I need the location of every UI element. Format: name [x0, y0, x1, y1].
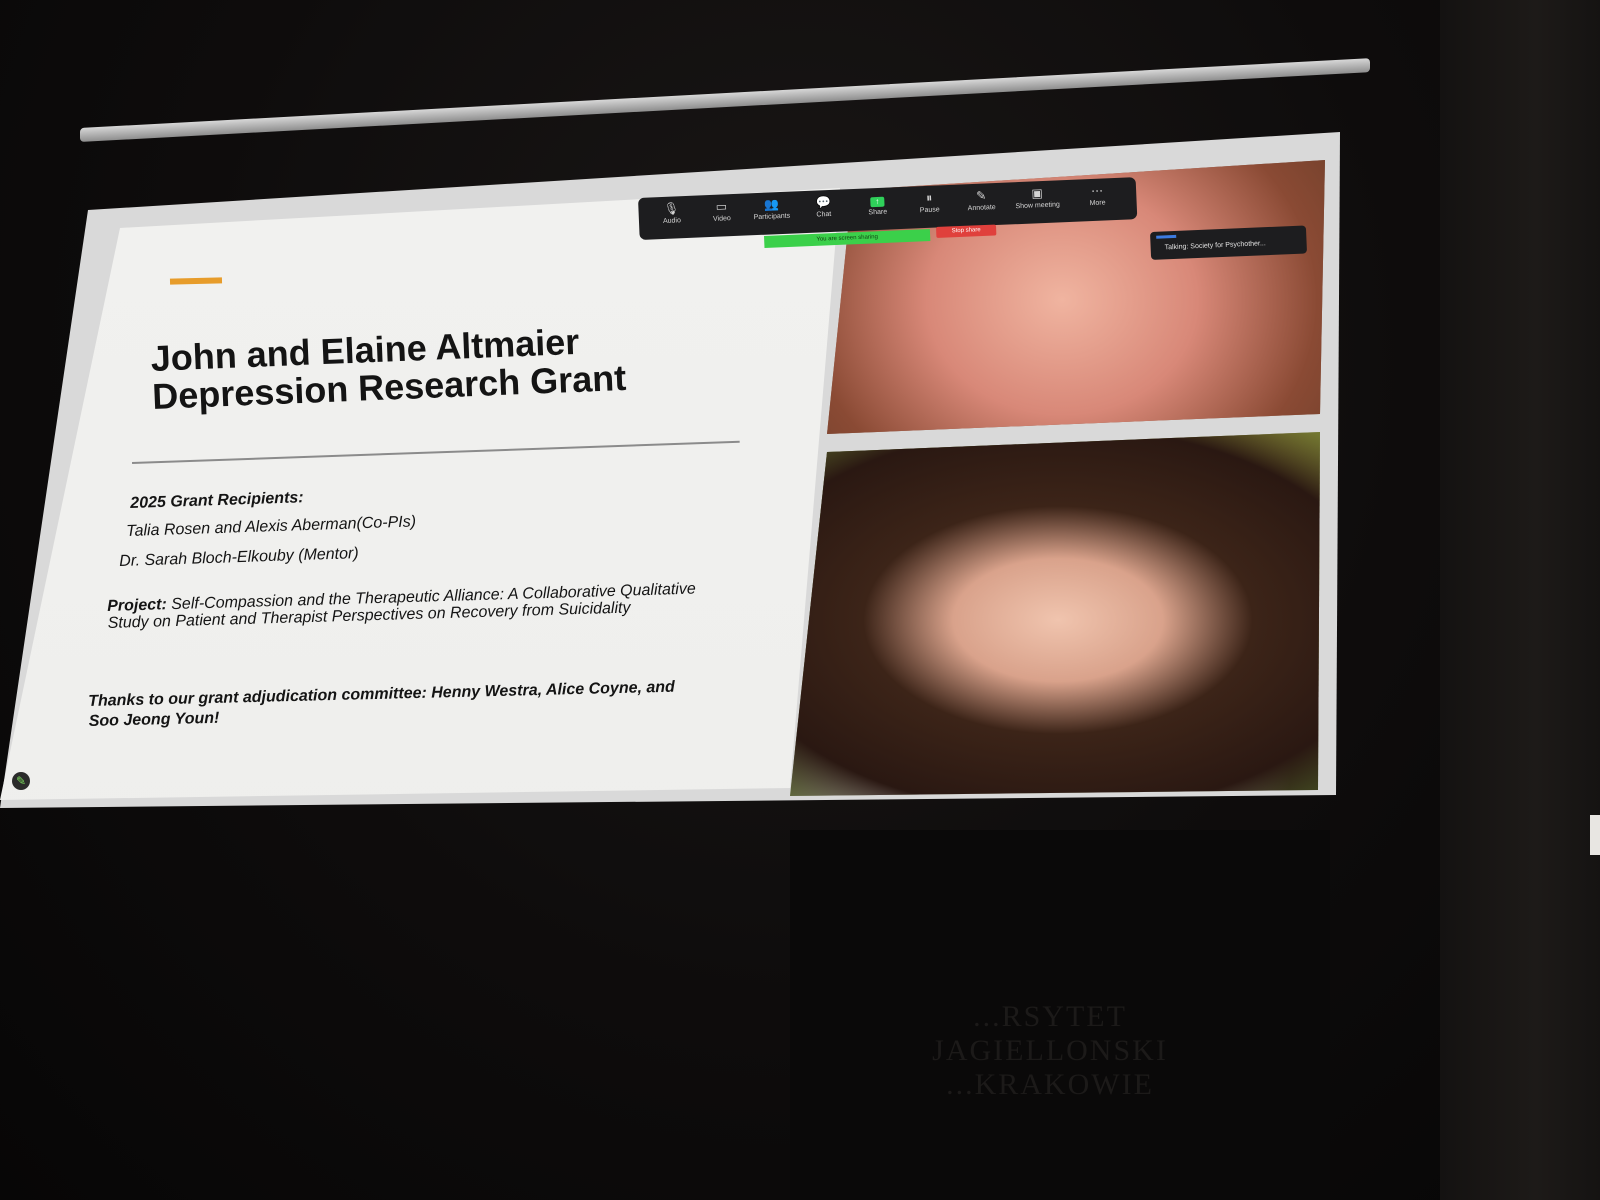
talking-text: Talking: Society for Psychother...: [1164, 240, 1266, 252]
toolbar-label: Chat: [816, 210, 832, 219]
toolbar-button-pause[interactable]: ⏸ Pause: [904, 189, 955, 217]
toolbar-button-participants[interactable]: 👥 Participants: [746, 195, 797, 223]
toolbar-label: Audio: [662, 217, 682, 225]
toolbar-button-share[interactable]: ↑ Share: [852, 191, 903, 219]
toolbar-button-audio[interactable]: 🎙 Audio: [646, 200, 697, 228]
toolbar-label: Video: [712, 215, 731, 223]
toolbar-button-chat[interactable]: 💬 Chat: [798, 193, 849, 221]
pen-icon[interactable]: ✎: [12, 772, 30, 790]
room-wall: [1440, 0, 1600, 1200]
slide-accent-line: [169, 277, 223, 285]
toolbar-label: Annotate: [967, 204, 996, 213]
toolbar-button-more[interactable]: ⋯ More: [1072, 182, 1123, 210]
toolbar-button-annotate[interactable]: ✎ Annotate: [956, 187, 1007, 215]
toolbar-label: More: [1089, 199, 1106, 208]
cup: [1590, 815, 1600, 855]
talking-bar: [1156, 234, 1177, 239]
toolbar-label: Show meeting: [1015, 201, 1060, 211]
pillar-inscription: ...RSYTET JAGIELLONSKI ...KRAKOWIE: [932, 1000, 1168, 1101]
toolbar-button-video[interactable]: ▭ Video: [696, 197, 747, 225]
photo-scene: ...RSYTET JAGIELLONSKI ...KRAKOWIE John …: [0, 0, 1600, 1200]
toolbar-label: Pause: [919, 206, 940, 215]
toolbar-label: Participants: [753, 212, 791, 222]
toolbar-label: Share: [868, 208, 888, 217]
project-label: Project:: [107, 596, 168, 615]
toolbar-button-show-meeting[interactable]: ▣ Show meeting: [1012, 184, 1063, 212]
projector-screen-bar: [80, 58, 1370, 143]
